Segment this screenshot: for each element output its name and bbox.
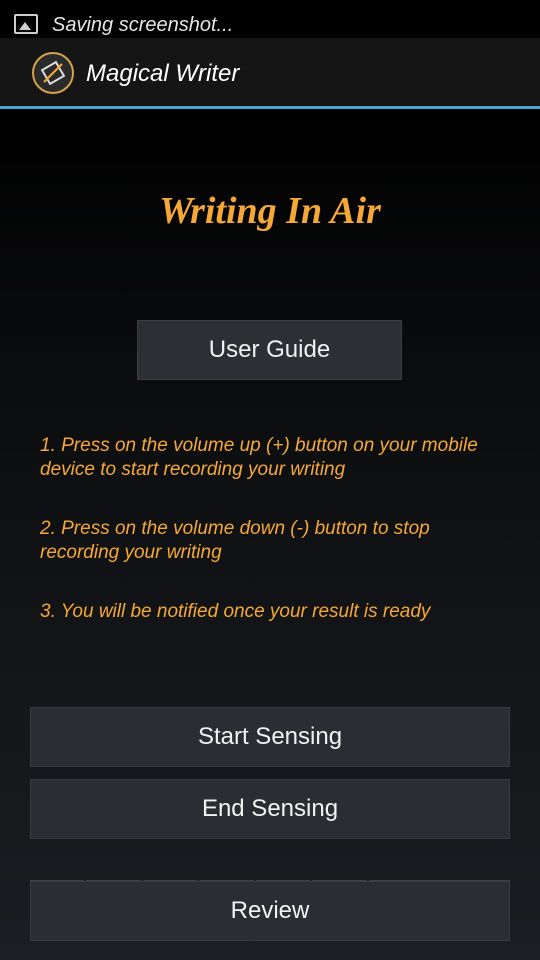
main-content: Writing In Air User Guide 1. Press on th… [0,109,540,960]
review-button[interactable]: Review [30,881,510,941]
instruction-item: 3. You will be notified once your result… [40,601,431,622]
pen-icon [40,60,66,86]
user-guide-button[interactable]: User Guide [137,320,402,380]
instructions-list: 1. Press on the volume up (+) button on … [40,434,510,659]
start-sensing-button[interactable]: Start Sensing [30,707,510,767]
status-bar: Saving screenshot... [0,0,540,38]
app-title: Magical Writer [86,60,240,87]
app-logo-icon[interactable] [32,52,74,94]
notification-text: Saving screenshot... [52,14,234,36]
instruction-item: 1. Press on the volume up (+) button on … [40,435,478,480]
action-bar: Magical Writer [0,38,540,109]
end-sensing-button[interactable]: End Sensing [30,779,510,839]
page-title: Writing In Air [159,190,381,232]
instruction-item: 2. Press on the volume down (-) button t… [40,518,430,563]
image-icon [14,14,38,34]
